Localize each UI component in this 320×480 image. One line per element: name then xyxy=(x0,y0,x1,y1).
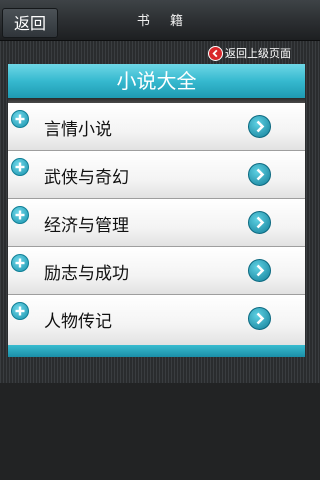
page-title: 书 籍 xyxy=(136,14,192,29)
list-item[interactable]: 言情小说 xyxy=(8,103,305,151)
list-item-label: 言情小说 xyxy=(44,120,112,140)
list-item[interactable]: 武侠与奇幻 xyxy=(8,151,305,199)
plus-icon[interactable] xyxy=(11,110,29,128)
plus-icon[interactable] xyxy=(11,254,29,272)
list-item[interactable]: 励志与成功 xyxy=(8,247,305,295)
plus-icon[interactable] xyxy=(11,158,29,176)
list-item[interactable]: 人物传记 xyxy=(8,295,305,345)
chevron-right-icon[interactable] xyxy=(248,211,271,234)
chevron-right-icon[interactable] xyxy=(248,115,271,138)
chevron-right-icon[interactable] xyxy=(248,307,271,330)
list-item-label: 武侠与奇幻 xyxy=(44,168,129,188)
list-item-label: 人物传记 xyxy=(44,312,112,332)
return-link-label: 返回上级页面 xyxy=(225,47,291,60)
chevron-right-icon[interactable] xyxy=(248,259,271,282)
chevron-right-icon[interactable] xyxy=(248,163,271,186)
bottom-empty-area xyxy=(0,383,320,480)
section-header: 小说大全 xyxy=(8,64,305,98)
list-item-label: 励志与成功 xyxy=(44,264,129,284)
list-footer-bar xyxy=(8,345,305,357)
plus-icon[interactable] xyxy=(11,206,29,224)
list-item-label: 经济与管理 xyxy=(44,216,129,236)
left-chevron-icon xyxy=(208,45,223,61)
list-item[interactable]: 经济与管理 xyxy=(8,199,305,247)
category-list: 言情小说 武侠与奇幻 经济与管理 励志与成功 人物传记 xyxy=(8,103,305,345)
top-nav-bar: 返回 书 籍 xyxy=(0,0,320,41)
return-to-parent-link[interactable]: 返回上级页面 xyxy=(208,44,291,62)
plus-icon[interactable] xyxy=(11,302,29,320)
